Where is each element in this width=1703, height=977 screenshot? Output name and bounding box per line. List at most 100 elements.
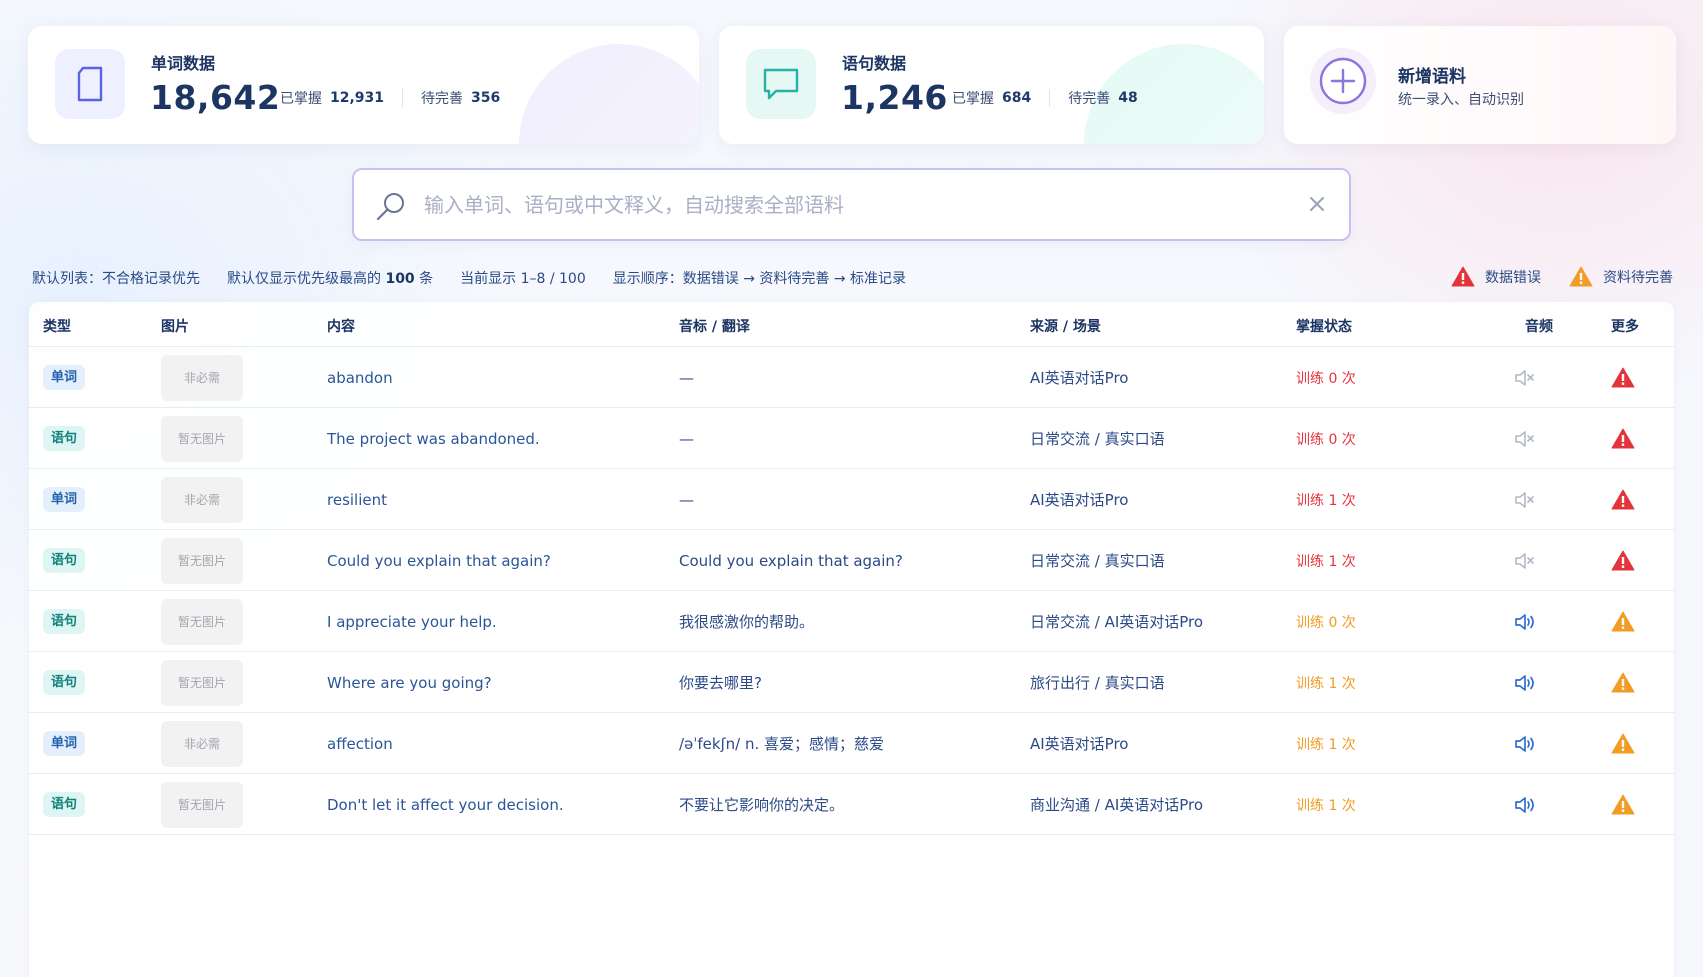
header-more[interactable]: 更多 bbox=[1611, 316, 1639, 336]
mastery-status: 训练 0 次 bbox=[1296, 370, 1356, 387]
image-cell: 暂无图片 bbox=[161, 774, 243, 835]
image-cell: 非必需 bbox=[161, 347, 243, 408]
source-cell: 日常交流 / 真实口语 bbox=[1030, 430, 1165, 448]
content-cell[interactable]: affection bbox=[327, 713, 393, 774]
content-cell[interactable]: abandon bbox=[327, 347, 393, 408]
audio-play-icon[interactable] bbox=[1514, 591, 1538, 652]
header-status[interactable]: 掌握状态 bbox=[1296, 316, 1352, 336]
error-triangle-icon[interactable] bbox=[1611, 408, 1635, 469]
mastery-status: 训练 1 次 bbox=[1296, 736, 1356, 753]
warning-triangle-icon[interactable] bbox=[1611, 713, 1635, 774]
source-cell: 旅行出行 / 真实口语 bbox=[1030, 674, 1165, 692]
image-placeholder[interactable]: 暂无图片 bbox=[161, 598, 243, 645]
image-placeholder[interactable]: 非必需 bbox=[161, 720, 243, 767]
search-icon bbox=[374, 190, 408, 228]
limit-note: 默认仅显示优先级最高的 100 条 bbox=[227, 271, 434, 287]
sentence-count: 1,246 bbox=[841, 78, 948, 117]
table-row[interactable]: 单词 非必需 resilient — AI英语对话Pro 训练 1 次 bbox=[29, 469, 1674, 530]
source-cell: 日常交流 / 真实口语 bbox=[1030, 552, 1165, 570]
table-header: 类型 图片 内容 音标 / 翻译 来源 / 场景 掌握状态 音频 更多 bbox=[29, 302, 1674, 347]
type-cell: 单词 bbox=[43, 469, 86, 530]
header-phonetic[interactable]: 音标 / 翻译 bbox=[679, 316, 750, 336]
sentence-stats-breakdown: 已掌握 684 待完善 48 bbox=[952, 88, 1138, 108]
add-corpus-button[interactable]: 新增语料 统一录入、自动识别 bbox=[1284, 26, 1676, 144]
decorative-blob bbox=[519, 44, 699, 144]
table-row[interactable]: 语句 暂无图片 Could you explain that again? Could… bbox=[29, 530, 1674, 591]
content-cell[interactable]: I appreciate your help. bbox=[327, 591, 497, 652]
image-placeholder[interactable]: 暂无图片 bbox=[161, 781, 243, 828]
content-cell[interactable]: The project was abandoned. bbox=[327, 408, 540, 469]
search-input[interactable] bbox=[424, 182, 1244, 227]
audio-play-icon[interactable] bbox=[1514, 774, 1538, 835]
warning-triangle-icon[interactable] bbox=[1611, 652, 1635, 713]
header-content[interactable]: 内容 bbox=[327, 316, 355, 336]
table-body: 单词 非必需 abandon — AI英语对话Pro 训练 0 次语句 暂无图片 The pr… bbox=[29, 347, 1674, 835]
type-badge: 单词 bbox=[43, 365, 86, 390]
header-image[interactable]: 图片 bbox=[161, 316, 189, 336]
mastery-status: 训练 0 次 bbox=[1296, 614, 1356, 631]
image-cell: 暂无图片 bbox=[161, 408, 243, 469]
audio-muted-icon[interactable] bbox=[1514, 347, 1536, 408]
type-badge: 语句 bbox=[43, 548, 86, 573]
sentence-mastered-label: 已掌握 bbox=[952, 91, 994, 107]
table-row[interactable]: 语句 暂无图片 Don't let it affect your decision.… bbox=[29, 774, 1674, 835]
table-row[interactable]: 单词 非必需 affection/əˈfekʃn/ n. 喜爱；感情；慈爱 AI英语对… bbox=[29, 713, 1674, 774]
image-placeholder[interactable]: 暂无图片 bbox=[161, 537, 243, 584]
source-cell: 日常交流 / AI英语对话Pro bbox=[1030, 613, 1204, 631]
type-cell: 单词 bbox=[43, 347, 86, 408]
word-pending-count: 356 bbox=[471, 90, 501, 106]
content-cell[interactable]: resilient bbox=[327, 469, 387, 530]
phonetic-cell: — bbox=[679, 490, 694, 509]
phonetic-cell: — bbox=[679, 429, 694, 448]
image-placeholder[interactable]: 暂无图片 bbox=[161, 659, 243, 706]
content-cell[interactable]: Don't let it affect your decision. bbox=[327, 774, 564, 835]
image-cell: 非必需 bbox=[161, 713, 243, 774]
phonetic-cell: Could you explain that again? bbox=[679, 551, 903, 570]
type-badge: 语句 bbox=[43, 792, 86, 817]
display-order-note: 显示顺序：数据错误 → 资料待完善 → 标准记录 bbox=[612, 271, 907, 287]
type-badge: 单词 bbox=[43, 731, 86, 756]
error-triangle-icon[interactable] bbox=[1611, 530, 1635, 591]
image-cell: 非必需 bbox=[161, 469, 243, 530]
header-source[interactable]: 来源 / 场景 bbox=[1030, 316, 1101, 336]
word-stats-card[interactable]: 单词数据 18,642 已掌握 12,931 待完善 356 bbox=[28, 26, 699, 144]
type-cell: 单词 bbox=[43, 713, 86, 774]
word-mastered-count: 12,931 bbox=[330, 90, 385, 106]
audio-muted-icon[interactable] bbox=[1514, 530, 1536, 591]
table-row[interactable]: 单词 非必需 abandon — AI英语对话Pro 训练 0 次 bbox=[29, 347, 1674, 408]
audio-play-icon[interactable] bbox=[1514, 652, 1538, 713]
clear-icon[interactable] bbox=[1307, 194, 1327, 218]
content-cell[interactable]: Where are you going? bbox=[327, 652, 492, 713]
mastery-status: 训练 1 次 bbox=[1296, 553, 1356, 570]
sentence-stats-card[interactable]: 语句数据 1,246 已掌握 684 待完善 48 bbox=[719, 26, 1264, 144]
header-type[interactable]: 类型 bbox=[43, 316, 71, 336]
source-cell: 商业沟通 / AI英语对话Pro bbox=[1030, 796, 1204, 814]
source-cell: AI英语对话Pro bbox=[1030, 369, 1129, 387]
image-cell: 暂无图片 bbox=[161, 591, 243, 652]
warning-triangle-icon[interactable] bbox=[1611, 774, 1635, 835]
error-triangle-icon[interactable] bbox=[1611, 469, 1635, 530]
table-row[interactable]: 语句 暂无图片 I appreciate your help. 我很感激你的帮助。 日常… bbox=[29, 591, 1674, 652]
add-corpus-subtitle: 统一录入、自动识别 bbox=[1398, 92, 1524, 108]
type-badge: 单词 bbox=[43, 487, 86, 512]
audio-play-icon[interactable] bbox=[1514, 713, 1538, 774]
source-cell: AI英语对话Pro bbox=[1030, 491, 1129, 509]
header-audio[interactable]: 音频 bbox=[1525, 316, 1553, 336]
audio-muted-icon[interactable] bbox=[1514, 469, 1536, 530]
word-pending-label: 待完善 bbox=[421, 91, 464, 107]
status-legend: 数据错误 资料待完善 bbox=[1423, 266, 1673, 287]
phonetic-cell: 你要去哪里? bbox=[679, 674, 762, 692]
audio-muted-icon[interactable] bbox=[1514, 408, 1536, 469]
content-cell[interactable]: Could you explain that again? bbox=[327, 530, 551, 591]
showing-range: 当前显示 1–8 / 100 bbox=[460, 271, 586, 287]
divider bbox=[1049, 89, 1051, 107]
mastery-status: 训练 1 次 bbox=[1296, 797, 1356, 814]
image-placeholder[interactable]: 非必需 bbox=[161, 476, 243, 523]
error-triangle-icon[interactable] bbox=[1611, 347, 1635, 408]
warning-triangle-icon[interactable] bbox=[1611, 591, 1635, 652]
image-placeholder[interactable]: 暂无图片 bbox=[161, 415, 243, 462]
table-row[interactable]: 语句 暂无图片 Where are you going? 你要去哪里? 旅行出行 / 真… bbox=[29, 652, 1674, 713]
warning-triangle-icon bbox=[1569, 266, 1593, 287]
image-placeholder[interactable]: 非必需 bbox=[161, 354, 243, 401]
table-row[interactable]: 语句 暂无图片 The project was abandoned. — 日常交流 / … bbox=[29, 408, 1674, 469]
